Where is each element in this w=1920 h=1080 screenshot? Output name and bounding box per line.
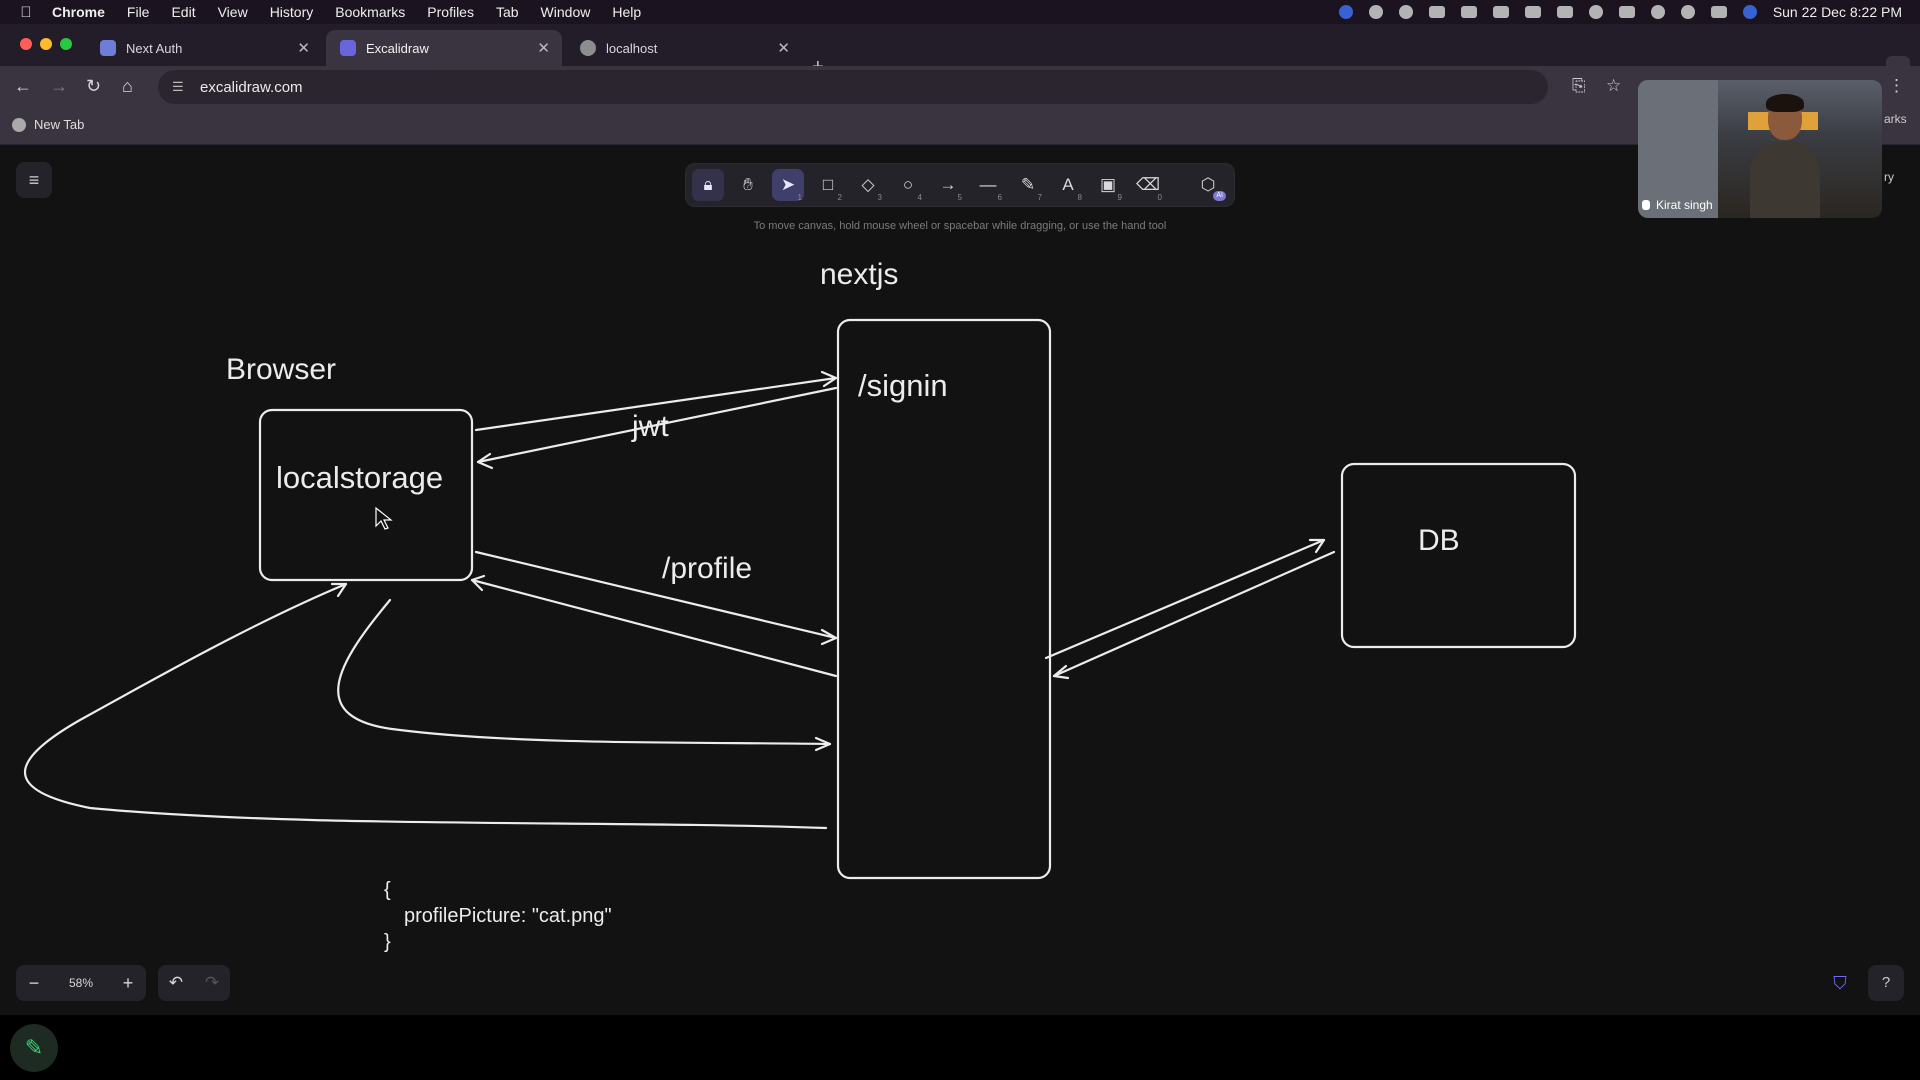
localstorage-box[interactable] xyxy=(258,408,474,582)
participant-video xyxy=(1750,94,1820,218)
undo-icon[interactable]: ↶ xyxy=(158,973,194,993)
curved-arrow-outer[interactable] xyxy=(24,582,828,830)
db-label: DB xyxy=(1418,524,1460,557)
undo-redo-controls: ↶ ↷ xyxy=(158,965,230,1001)
json-close-brace: } xyxy=(384,931,391,953)
browser-label: Browser xyxy=(226,353,336,386)
diagram-svg: nextjs Browser localstorage /signin jwt … xyxy=(24,258,1577,953)
zoom-out-button[interactable]: − xyxy=(16,973,52,994)
signin-label: /signin xyxy=(858,368,948,403)
pin-icon xyxy=(1642,200,1650,210)
library-peek-label[interactable]: ry xyxy=(1884,170,1894,184)
nextjs-box[interactable] xyxy=(836,318,1052,880)
pen-mode-icon[interactable]: ✎ xyxy=(10,1024,58,1072)
nextjs-label: nextjs xyxy=(820,258,898,291)
zoom-controls: − 58% + xyxy=(16,965,146,1001)
shield-check-icon[interactable]: ⛉ xyxy=(1824,965,1856,1001)
arrow-to-db[interactable] xyxy=(1044,538,1326,660)
json-profile-picture: profilePicture: "cat.png" xyxy=(404,905,612,927)
curved-arrow-inner[interactable] xyxy=(337,598,832,746)
participant-body xyxy=(1750,142,1820,218)
profile-label: /profile xyxy=(662,552,752,585)
participant-name-tag: Kirat singh xyxy=(1642,198,1713,212)
redo-icon[interactable]: ↷ xyxy=(194,973,230,993)
jwt-label: jwt xyxy=(631,410,669,443)
mouse-cursor-icon xyxy=(375,506,393,530)
video-call-overlay[interactable]: Kirat singh xyxy=(1638,80,1882,218)
zoom-in-button[interactable]: + xyxy=(110,973,146,994)
localstorage-label: localstorage xyxy=(276,460,443,495)
help-icon[interactable]: ? xyxy=(1868,965,1904,1001)
zoom-level[interactable]: 58% xyxy=(52,976,110,990)
participant-name: Kirat singh xyxy=(1656,198,1713,212)
json-open-brace: { xyxy=(384,879,391,901)
bottom-strip xyxy=(0,1015,1920,1080)
arrow-from-db[interactable] xyxy=(1052,550,1336,678)
participant-hair xyxy=(1766,94,1804,112)
